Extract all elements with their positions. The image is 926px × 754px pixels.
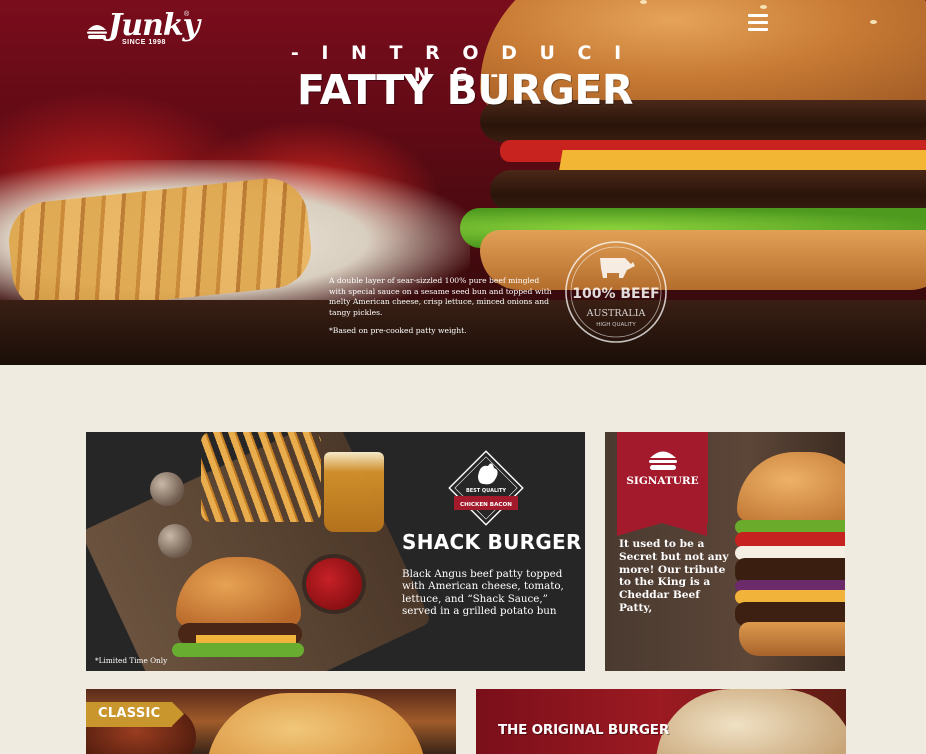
patty-bottom xyxy=(490,170,926,212)
brand-tagline: SINCE 1998 xyxy=(122,39,166,46)
sesame-seed xyxy=(640,0,647,4)
badge-top-text: BEST QUALITY xyxy=(466,488,506,494)
sesame-seed xyxy=(760,5,767,9)
fries-basket xyxy=(201,432,321,522)
hero-title: FATTY BURGER xyxy=(296,66,634,114)
sesame-seed xyxy=(870,20,877,24)
seal-country: AUSTRALIA xyxy=(586,308,646,319)
menu-bar xyxy=(748,14,768,17)
chicken-icon xyxy=(478,463,498,485)
hamburger-menu-icon[interactable] xyxy=(748,14,768,32)
hero-description: A double layer of sear-sizzled 100% pure… xyxy=(329,276,552,317)
pepper-shaker xyxy=(158,524,192,558)
burger-logo-icon xyxy=(87,25,107,39)
original-burger-card[interactable]: THE ORIGINAL BURGER xyxy=(476,689,846,754)
hero-banner: Junky ® SINCE 1998 - I N T R O D U C I N… xyxy=(0,0,926,365)
signature-burger-image xyxy=(735,452,845,656)
badge-ribbon-text: CHICKEN BACON xyxy=(460,502,512,508)
beer-glass xyxy=(324,452,384,532)
bun-top xyxy=(176,557,301,627)
signature-label: SIGNATURE xyxy=(626,475,699,487)
original-burger-label: THE ORIGINAL BURGER xyxy=(498,722,670,738)
shack-note: *Limited Time Only xyxy=(95,656,168,665)
page: Junky ® SINCE 1998 - I N T R O D U C I N… xyxy=(0,0,926,754)
bun-bottom xyxy=(739,622,845,656)
shack-description: Black Angus beef patty topped with Ameri… xyxy=(402,568,564,618)
classic-burger-image xyxy=(206,693,426,754)
ketchup-bowl xyxy=(302,554,366,614)
seal-headline: 100% BEEF xyxy=(572,286,660,302)
beef-quality-seal: 100% BEEF AUSTRALIA HIGH QUALITY xyxy=(565,241,667,343)
seal-quality: HIGH QUALITY xyxy=(596,322,636,328)
burger-icon xyxy=(649,451,677,470)
shack-burger-card[interactable]: BEST QUALITY CHICKEN BACON SHACK BURGER … xyxy=(86,432,585,671)
classic-label: CLASSIC xyxy=(98,706,161,721)
menu-bar xyxy=(748,21,768,24)
signature-ribbon-tail xyxy=(617,523,707,536)
hero-note: *Based on pre-cooked patty weight. xyxy=(329,326,467,335)
menu-bar xyxy=(748,28,768,31)
shack-burger-image xyxy=(172,557,306,671)
brand-logo[interactable]: Junky ® SINCE 1998 xyxy=(86,8,200,50)
signature-description: It used to be a Secret but not any more!… xyxy=(619,538,729,614)
lettuce xyxy=(172,643,304,657)
chicken-bacon-badge: BEST QUALITY CHICKEN BACON xyxy=(448,450,524,526)
salt-shaker xyxy=(150,472,184,506)
bun-top xyxy=(737,452,845,522)
classic-card[interactable]: CLASSIC xyxy=(86,689,456,754)
registered-mark: ® xyxy=(184,11,190,18)
original-burger-image xyxy=(656,689,846,754)
signature-card[interactable]: SIGNATURE It used to be a Secret but not… xyxy=(605,432,845,671)
shack-title: SHACK BURGER xyxy=(402,530,582,554)
